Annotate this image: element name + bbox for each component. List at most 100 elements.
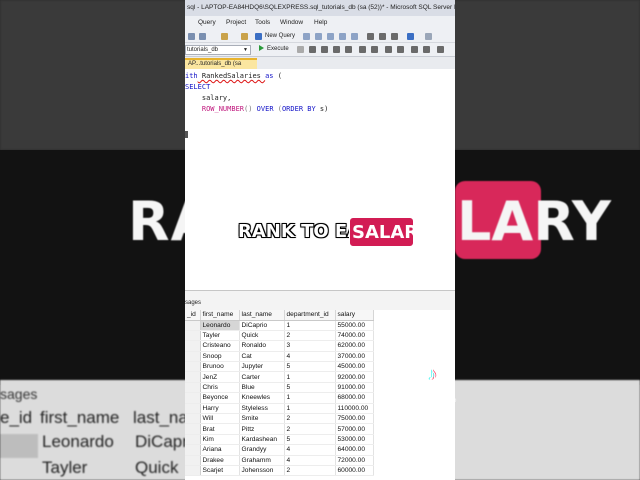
new-query-icon[interactable] — [255, 33, 262, 40]
new-project-icon[interactable] — [221, 33, 228, 40]
stop-icon[interactable] — [297, 46, 304, 53]
row-header-cell[interactable] — [185, 320, 201, 331]
toolbar-icon[interactable] — [359, 46, 366, 53]
toolbar-icon[interactable] — [385, 46, 392, 53]
row-header-cell[interactable] — [185, 392, 201, 404]
row-header-cell[interactable] — [185, 361, 201, 373]
table-cell[interactable]: Blue — [239, 382, 285, 394]
row-header-cell[interactable] — [185, 413, 201, 425]
table-cell[interactable]: 37000.00 — [335, 351, 374, 363]
undo-icon[interactable] — [407, 33, 414, 40]
table-cell[interactable]: Cristeano — [200, 340, 240, 352]
comment-icon[interactable] — [411, 46, 418, 53]
table-cell[interactable]: 68000.00 — [335, 392, 374, 404]
col-header-first-name[interactable]: first_name — [200, 310, 240, 321]
toolbar-icon[interactable] — [351, 33, 358, 40]
plan-icon[interactable] — [321, 46, 328, 53]
row-header-cell[interactable] — [185, 371, 201, 383]
table-cell[interactable]: Tayler — [200, 330, 240, 342]
menu-query[interactable]: Query — [198, 19, 216, 26]
indent-icon[interactable] — [437, 46, 444, 53]
table-cell[interactable]: 62000.00 — [335, 340, 374, 352]
table-cell[interactable]: 53000.00 — [335, 434, 374, 446]
table-row[interactable]: Harry Styleless 1 110000.00 — [185, 403, 374, 415]
menu-window[interactable]: Window — [280, 19, 303, 26]
tab-query-editor[interactable]: AP...tutorials_db (sa (52))* — [185, 58, 257, 76]
table-cell[interactable]: Harry — [200, 403, 240, 415]
table-cell[interactable]: Brat — [200, 423, 240, 435]
redo-icon[interactable] — [425, 33, 432, 40]
execute-button[interactable]: Execute — [259, 45, 289, 52]
cut-icon[interactable] — [367, 33, 374, 40]
table-cell[interactable]: Ariana — [200, 444, 240, 456]
table-cell[interactable]: Kim — [200, 434, 240, 446]
menu-help[interactable]: Help — [314, 19, 327, 26]
table-cell[interactable]: Jupyter — [239, 361, 285, 373]
table-cell[interactable]: Leonardo — [200, 320, 240, 331]
table-cell[interactable]: 5 — [284, 434, 336, 446]
col-header-salary[interactable]: salary — [335, 310, 374, 321]
table-cell[interactable]: 91000.00 — [335, 382, 374, 394]
table-cell[interactable]: Kardashean — [239, 434, 285, 446]
row-header-cell[interactable] — [185, 403, 201, 415]
table-row[interactable]: Ariana Grandyy 4 64000.00 — [185, 444, 374, 456]
back-icon[interactable] — [188, 33, 195, 40]
menu-tools[interactable]: Tools — [255, 19, 270, 26]
table-row[interactable]: Chris Blue 5 91000.00 — [185, 382, 374, 394]
table-cell[interactable]: 110000.00 — [335, 403, 374, 415]
table-cell[interactable]: 1 — [284, 392, 336, 404]
table-row[interactable]: Brunoo Jupyter 5 45000.00 — [185, 361, 374, 373]
table-row[interactable]: Scarjet Johensson 2 60000.00 — [185, 465, 374, 477]
row-header-cell[interactable] — [185, 340, 201, 352]
table-cell[interactable]: 1 — [284, 403, 336, 415]
table-cell[interactable]: 3 — [284, 340, 336, 352]
toolbar-icon[interactable] — [345, 46, 352, 53]
table-cell[interactable]: 92000.00 — [335, 371, 374, 383]
table-cell[interactable]: 2 — [284, 330, 336, 342]
table-cell[interactable]: DiCaprio — [239, 320, 285, 331]
row-header-cell[interactable] — [185, 444, 201, 456]
table-row[interactable]: Brat Pittz 2 57000.00 — [185, 423, 374, 435]
menu-project[interactable]: Project — [226, 19, 246, 26]
table-cell[interactable]: 5 — [284, 361, 336, 373]
table-cell[interactable]: Will — [200, 413, 240, 425]
col-header-last-name[interactable]: last_name — [239, 310, 285, 321]
table-cell[interactable]: Beyonce — [200, 392, 240, 404]
table-cell[interactable]: JenZ — [200, 371, 240, 383]
table-cell[interactable]: 2 — [284, 465, 336, 477]
open-icon[interactable] — [241, 33, 248, 40]
toolbar-icon[interactable] — [327, 33, 334, 40]
table-row[interactable]: Snoop Cat 4 37000.00 — [185, 351, 374, 363]
table-cell[interactable]: 55000.00 — [335, 320, 374, 331]
table-cell[interactable]: 2 — [284, 423, 336, 435]
table-cell[interactable]: Brunoo — [200, 361, 240, 373]
row-header-cell[interactable] — [185, 351, 201, 363]
table-row[interactable]: Drakee Grahamm 4 72000.00 — [185, 455, 374, 466]
table-row[interactable]: Beyonce Kneewles 1 68000.00 — [185, 392, 374, 404]
parse-check-icon[interactable] — [309, 46, 316, 53]
table-cell[interactable]: Scarjet — [200, 465, 240, 477]
table-cell[interactable]: 74000.00 — [335, 330, 374, 342]
table-cell[interactable]: Ronaldo — [239, 340, 285, 352]
table-cell[interactable]: 75000.00 — [335, 413, 374, 425]
new-query-button[interactable]: New Query — [265, 33, 295, 39]
toolbar-icon[interactable] — [303, 33, 310, 40]
col-header-department-id[interactable]: department_id — [284, 310, 336, 321]
table-cell[interactable]: Grahamm — [239, 455, 285, 466]
row-header-cell[interactable] — [185, 382, 201, 394]
uncomment-icon[interactable] — [423, 46, 430, 53]
table-cell[interactable]: Pittz — [239, 423, 285, 435]
row-header-cell[interactable] — [185, 455, 201, 466]
row-header-cell[interactable] — [185, 423, 201, 435]
table-row[interactable]: Cristeano Ronaldo 3 62000.00 — [185, 340, 374, 352]
table-row[interactable]: JenZ Carter 1 92000.00 — [185, 371, 374, 383]
messages-tab[interactable]: sages — [185, 290, 455, 310]
table-cell[interactable]: Snoop — [200, 351, 240, 363]
paste-icon[interactable] — [391, 33, 398, 40]
table-cell[interactable]: 64000.00 — [335, 444, 374, 456]
table-cell[interactable]: Drakee — [200, 455, 240, 466]
toolbar-icon[interactable] — [315, 33, 322, 40]
table-cell[interactable]: Chris — [200, 382, 240, 394]
table-cell[interactable]: 4 — [284, 455, 336, 466]
toolbar-icon[interactable] — [339, 33, 346, 40]
